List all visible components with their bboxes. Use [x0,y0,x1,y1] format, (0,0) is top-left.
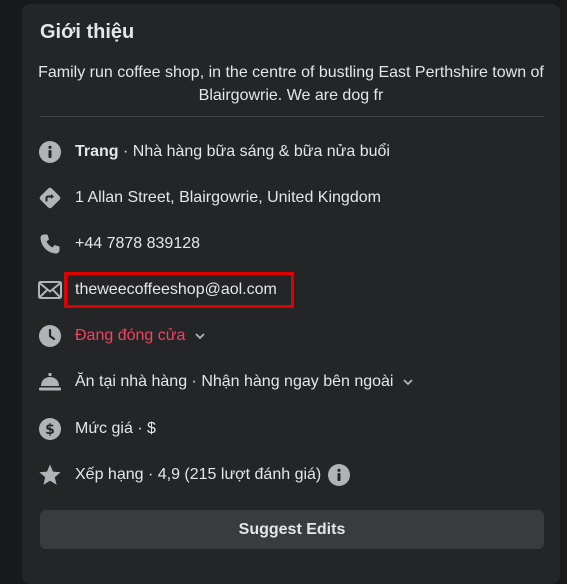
rating-text: Xếp hạng · 4,9 (215 lượt đánh giá) [75,466,322,483]
star-icon [38,463,62,487]
info-icon[interactable] [328,464,351,486]
phone-icon [38,232,62,256]
service-options-row[interactable]: Ăn tại nhà hàng · Nhận hàng ngay bên ngo… [38,368,414,396]
address-row[interactable]: 1 Allan Street, Blairgowrie, United King… [38,184,381,212]
price-range: Mức giá · $ [75,420,156,437]
page-category: · Nhà hàng bữa sáng & bữa nửa buổi [118,143,390,160]
dollar-icon: $ [38,417,62,441]
directions-icon [38,186,62,210]
address-text[interactable]: 1 Allan Street, Blairgowrie, United King… [75,189,381,207]
rating-row: Xếp hạng · 4,9 (215 lượt đánh giá) [38,461,351,489]
clock-icon [38,324,62,348]
divider [40,116,544,117]
chevron-down-icon[interactable] [402,378,414,386]
mail-icon [38,278,62,302]
info-icon [38,140,62,164]
svg-text:$: $ [45,422,55,438]
phone-number[interactable]: +44 7878 839128 [75,235,200,253]
phone-row[interactable]: +44 7878 839128 [38,230,200,258]
hours-row[interactable]: Đang đóng cửa [38,322,206,350]
suggest-edits-button[interactable]: Suggest Edits [40,510,544,549]
open-status[interactable]: Đang đóng cửa [75,327,185,345]
about-card: Giới thiệu Family run coffee shop, in th… [22,4,560,584]
page-description: Family run coffee shop, in the centre of… [38,64,544,104]
section-title: Giới thiệu [40,21,135,43]
chevron-down-icon[interactable] [194,332,206,340]
page-category-row: Trang · Nhà hàng bữa sáng & bữa nửa buổi [38,138,390,166]
page-type-label: Trang [75,143,119,160]
email-highlight-box [64,272,294,308]
service-options[interactable]: Ăn tại nhà hàng · Nhận hàng ngay bên ngo… [75,373,393,391]
service-bell-icon [38,370,62,394]
price-row: $ Mức giá · $ [38,415,156,443]
